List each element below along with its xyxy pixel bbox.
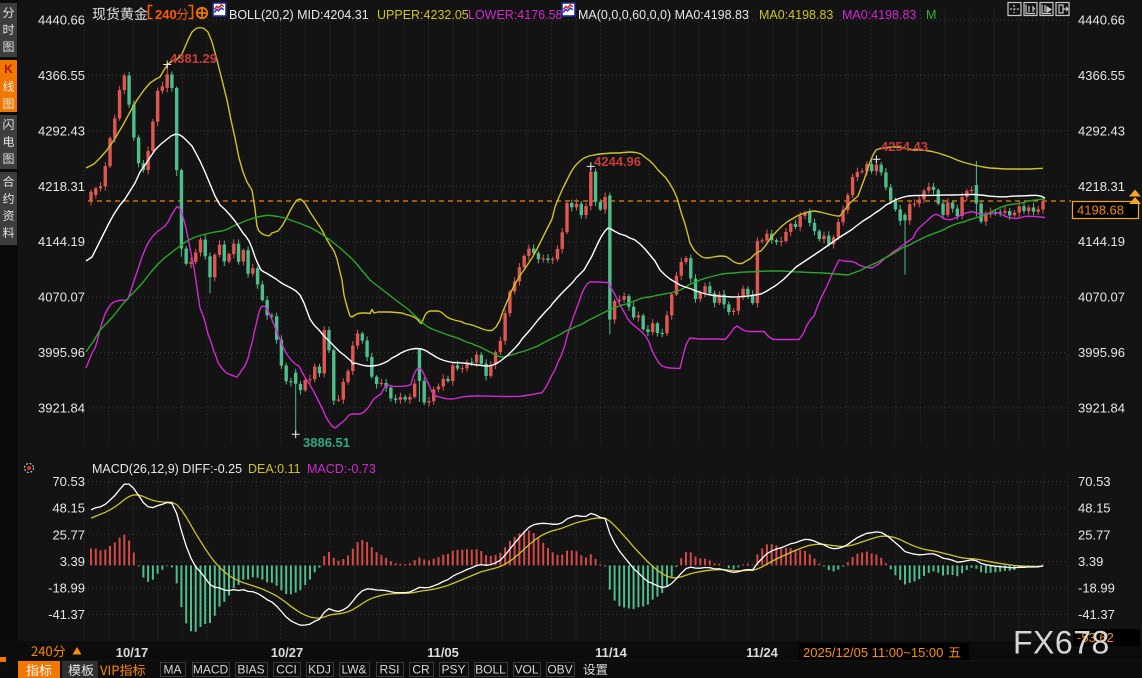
svg-text:4144.19: 4144.19: [1078, 234, 1125, 249]
svg-text:4070.07: 4070.07: [38, 290, 85, 305]
svg-text:MA(0,0,0,60,0,0) MA0:4198.83: MA(0,0,0,60,0,0) MA0:4198.83: [578, 8, 749, 22]
svg-text:MA: MA: [164, 663, 182, 677]
svg-text:70.53: 70.53: [52, 474, 85, 489]
svg-text:11/14: 11/14: [595, 645, 628, 660]
svg-text:OBV: OBV: [547, 663, 572, 677]
svg-text:3921.84: 3921.84: [38, 400, 85, 415]
svg-text:3995.96: 3995.96: [38, 345, 85, 360]
svg-text:DEA:0.11: DEA:0.11: [248, 462, 301, 476]
svg-text:25.77: 25.77: [52, 527, 85, 542]
svg-text:4218.31: 4218.31: [1078, 179, 1125, 194]
svg-text:11/24: 11/24: [746, 645, 779, 660]
svg-text:4254.43: 4254.43: [881, 139, 928, 154]
svg-text:10/17: 10/17: [116, 645, 149, 660]
svg-text:BOLL: BOLL: [475, 663, 506, 677]
svg-text:CR: CR: [412, 663, 430, 677]
svg-text:-41.37: -41.37: [48, 607, 85, 622]
svg-text:-18.99: -18.99: [48, 581, 85, 596]
svg-text:PSY: PSY: [441, 663, 465, 677]
svg-text:48.15: 48.15: [1078, 501, 1111, 516]
svg-text:4366.55: 4366.55: [1078, 68, 1125, 83]
svg-text:2025/12/05 11:00~15:00: 2025/12/05 11:00~15:00: [803, 645, 943, 660]
svg-text:4144.19: 4144.19: [38, 234, 85, 249]
svg-text:KDJ: KDJ: [308, 663, 331, 677]
svg-text:BIAS: BIAS: [237, 663, 264, 677]
svg-text:VOL: VOL: [514, 663, 538, 677]
svg-text:10/27: 10/27: [271, 645, 304, 660]
svg-text:240: 240: [155, 7, 177, 22]
svg-text:K: K: [4, 62, 13, 76]
svg-text:UPPER:4232.05: UPPER:4232.05: [377, 8, 469, 22]
svg-text:3.39: 3.39: [60, 554, 85, 569]
svg-text:4070.07: 4070.07: [1078, 290, 1125, 305]
svg-text:LW&: LW&: [341, 663, 366, 677]
svg-text:4198.68: 4198.68: [1077, 203, 1124, 218]
svg-text:LOWER:4176.58: LOWER:4176.58: [468, 8, 563, 22]
svg-text:3.39: 3.39: [1078, 554, 1103, 569]
svg-text:4218.31: 4218.31: [38, 179, 85, 194]
svg-text:4366.55: 4366.55: [38, 68, 85, 83]
svg-text:3886.51: 3886.51: [303, 435, 350, 450]
svg-text:MA0:4198.83: MA0:4198.83: [842, 8, 916, 22]
svg-text:-18.99: -18.99: [1078, 581, 1115, 596]
svg-text:4292.43: 4292.43: [1078, 123, 1125, 138]
svg-text:25.77: 25.77: [1078, 527, 1111, 542]
svg-text:3995.96: 3995.96: [1078, 345, 1125, 360]
svg-text:4292.43: 4292.43: [38, 123, 85, 138]
svg-text:MA0:4198.83: MA0:4198.83: [759, 8, 833, 22]
svg-text:MACD: MACD: [193, 663, 229, 677]
svg-text:48.15: 48.15: [52, 501, 85, 516]
svg-text:MACD:-0.73: MACD:-0.73: [307, 462, 376, 476]
svg-text:4440.66: 4440.66: [38, 13, 85, 28]
svg-text:M: M: [926, 8, 936, 22]
svg-text:4440.66: 4440.66: [1078, 13, 1125, 28]
svg-text:BOLL(20,2) MID:4204.31: BOLL(20,2) MID:4204.31: [229, 8, 369, 22]
svg-text:4381.29: 4381.29: [170, 51, 217, 66]
svg-text:CCI: CCI: [276, 663, 297, 677]
svg-text:RSI: RSI: [379, 663, 399, 677]
svg-text:-41.37: -41.37: [1078, 607, 1115, 622]
svg-text:11/05: 11/05: [427, 645, 459, 660]
svg-text:4244.96: 4244.96: [594, 154, 641, 169]
svg-text:3921.84: 3921.84: [1078, 400, 1125, 415]
svg-text:MACD(26,12,9) DIFF:-0.25: MACD(26,12,9) DIFF:-0.25: [92, 462, 242, 476]
svg-text:70.53: 70.53: [1078, 474, 1111, 489]
